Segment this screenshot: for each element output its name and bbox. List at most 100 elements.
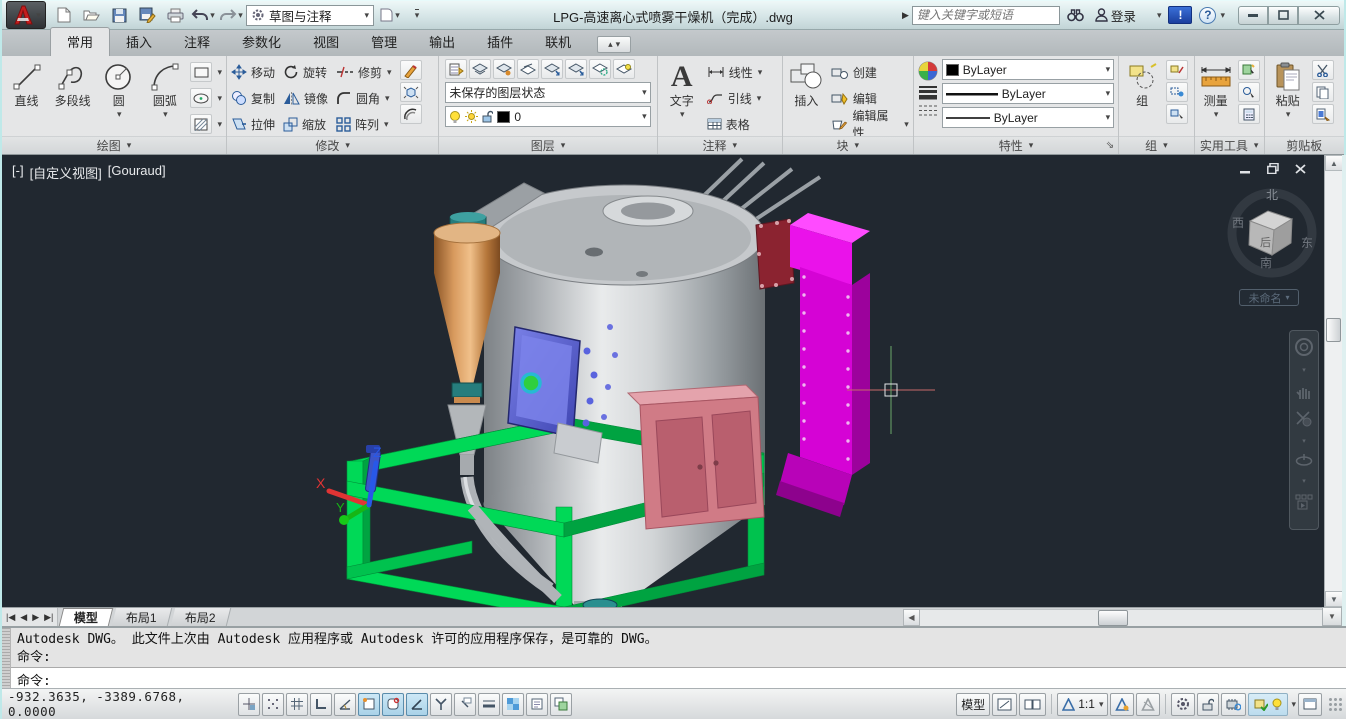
redo-button[interactable]: ▾ bbox=[218, 4, 244, 26]
arc-button[interactable]: 圆弧 ▾ bbox=[144, 59, 185, 119]
horizontal-scroll-thumb[interactable] bbox=[1098, 610, 1128, 626]
isolate-objects-group[interactable] bbox=[1248, 693, 1288, 716]
object-snap-tracking-toggle[interactable] bbox=[406, 693, 428, 716]
tab-plugins[interactable]: 插件 bbox=[471, 28, 529, 56]
redo-dropdown-arrow[interactable]: ▾ bbox=[238, 10, 243, 21]
plot-button[interactable] bbox=[162, 4, 188, 26]
properties-dialog-launcher[interactable]: ⇘ bbox=[1106, 140, 1114, 151]
viewcube[interactable]: 北 西 东 南 后 bbox=[1232, 188, 1313, 273]
viewport-controls-menu[interactable]: [-] bbox=[12, 163, 24, 182]
layer-state-button[interactable] bbox=[469, 59, 491, 79]
panel-label-block[interactable]: 块▾ bbox=[783, 136, 913, 154]
tab-model[interactable]: 模型 bbox=[59, 608, 114, 626]
explode-button[interactable] bbox=[400, 82, 422, 102]
lineweight-combo[interactable]: ByLayer▾ bbox=[942, 83, 1114, 104]
block-create-button[interactable]: 创建 bbox=[831, 60, 909, 84]
line-button[interactable]: 直线 bbox=[6, 59, 47, 109]
tab-home[interactable]: 常用 bbox=[50, 27, 110, 56]
infocenter-expand-arrow[interactable]: ▶ bbox=[902, 10, 909, 21]
tab-layout2[interactable]: 布局2 bbox=[171, 608, 231, 626]
transparency-toggle[interactable] bbox=[502, 693, 524, 716]
lightbulb-icon[interactable] bbox=[1272, 698, 1282, 711]
annotation-scale-button[interactable]: 1:1▾ bbox=[1057, 693, 1108, 716]
tab-layout1[interactable]: 布局1 bbox=[112, 608, 172, 626]
layer-properties-button[interactable] bbox=[445, 59, 467, 79]
model-viewport[interactable]: X Y Z 北 西 东 南 后 bbox=[2, 155, 1324, 607]
showmotion-icon[interactable] bbox=[1295, 494, 1313, 510]
quick-properties-toggle[interactable] bbox=[526, 693, 548, 716]
table-button[interactable]: 表格 bbox=[707, 112, 763, 136]
ellipse-button[interactable] bbox=[190, 88, 212, 108]
panel-label-layers[interactable]: 图层▾ bbox=[439, 136, 656, 154]
save-button[interactable] bbox=[106, 4, 132, 26]
panel-label-draw[interactable]: 绘图▾ bbox=[2, 136, 226, 154]
workspace-switching-button[interactable] bbox=[1171, 693, 1195, 716]
exchange-apps-button[interactable]: ! bbox=[1168, 6, 1192, 24]
layer-isolate-button[interactable] bbox=[493, 59, 515, 79]
command-grip-handle[interactable] bbox=[2, 628, 11, 688]
workspace-combo[interactable]: 草图与注释 ▾ bbox=[246, 5, 374, 26]
horizontal-scrollbar[interactable]: ◀ ▶ bbox=[903, 608, 1342, 626]
scroll-up-arrow[interactable]: ▲ bbox=[1325, 155, 1343, 171]
panel-label-annotation[interactable]: 注释▾ bbox=[658, 136, 782, 154]
layer-unisolate-button[interactable] bbox=[517, 59, 539, 79]
object-snap-toggle[interactable] bbox=[358, 693, 380, 716]
tab-online[interactable]: 联机 bbox=[529, 28, 587, 56]
command-line-window[interactable]: Autodesk DWG。 此文件上次由 Autodesk 应用程序或 Auto… bbox=[2, 626, 1346, 688]
measure-button[interactable]: 测量 ▾ bbox=[1199, 59, 1233, 119]
zoom-icon[interactable] bbox=[1295, 410, 1313, 428]
help-button[interactable]: ? ▾ bbox=[1195, 4, 1229, 26]
restore-button[interactable] bbox=[1268, 6, 1298, 25]
rotate-button[interactable]: 旋转 bbox=[283, 60, 328, 84]
quick-calc-button[interactable] bbox=[1238, 104, 1260, 124]
tab-view[interactable]: 视图 bbox=[297, 28, 355, 56]
layer-prev-button[interactable] bbox=[613, 59, 635, 79]
exhaust-duct[interactable] bbox=[756, 213, 870, 517]
select-similar-button[interactable] bbox=[1238, 82, 1260, 102]
scroll-left-arrow[interactable]: ◀ bbox=[903, 609, 920, 626]
ribbon-minimize-button[interactable]: ▴▾ bbox=[597, 36, 631, 53]
quick-view-layouts-button[interactable] bbox=[1019, 693, 1046, 716]
panel-label-modify[interactable]: 修改▾ bbox=[227, 136, 438, 154]
status-overflow-arrow[interactable]: ▾ bbox=[1291, 699, 1296, 710]
command-input[interactable]: 命令: bbox=[11, 667, 1346, 689]
pan-hand-icon[interactable] bbox=[1295, 383, 1313, 401]
selection-cycling-toggle[interactable] bbox=[550, 693, 572, 716]
model-space-button[interactable]: 模型 bbox=[956, 693, 990, 716]
move-button[interactable]: 移动 bbox=[231, 60, 275, 84]
last-tab-arrow[interactable]: ▶| bbox=[44, 612, 53, 623]
group-button[interactable]: 组 bbox=[1123, 59, 1161, 109]
navigation-bar[interactable]: ▾ ▾ ▾ bbox=[1289, 330, 1319, 530]
polar-tracking-toggle[interactable] bbox=[334, 693, 356, 716]
trim-button[interactable]: 修剪▾ bbox=[336, 60, 392, 84]
panel-label-utilities[interactable]: 实用工具▾ bbox=[1195, 136, 1264, 154]
next-tab-arrow[interactable]: ▶ bbox=[32, 612, 39, 623]
scroll-down-arrow[interactable]: ▼ bbox=[1325, 591, 1343, 607]
vertical-scrollbar[interactable]: ▲ ▼ bbox=[1324, 155, 1342, 607]
viewport-shade-menu[interactable]: [Gouraud] bbox=[108, 163, 166, 182]
snap-mode-toggle[interactable] bbox=[262, 693, 284, 716]
panel-label-properties[interactable]: 特性▾⇘ bbox=[914, 136, 1118, 154]
lineweight-toggle[interactable] bbox=[478, 693, 500, 716]
sheet-dropdown-arrow[interactable]: ▾ bbox=[395, 10, 400, 21]
toolbar-lock-button[interactable] bbox=[1197, 693, 1219, 716]
panel-label-group[interactable]: 组▾ bbox=[1119, 136, 1193, 154]
minimize-button[interactable] bbox=[1238, 6, 1268, 25]
first-tab-arrow[interactable]: |◀ bbox=[6, 612, 15, 623]
viewcube-ucs-dropdown[interactable]: 未命名▾ bbox=[1239, 289, 1299, 306]
search-input[interactable] bbox=[912, 6, 1060, 25]
sheet-set-button[interactable]: ▾ bbox=[376, 4, 402, 26]
circle-button[interactable]: 圆 ▾ bbox=[98, 59, 139, 119]
ungroup-button[interactable] bbox=[1166, 60, 1188, 80]
linear-dimension-button[interactable]: 线性▾ bbox=[707, 60, 763, 84]
grid-display-toggle[interactable] bbox=[286, 693, 308, 716]
undo-dropdown-arrow[interactable]: ▾ bbox=[210, 10, 215, 21]
panel-label-clipboard[interactable]: 剪贴板 bbox=[1265, 136, 1344, 154]
tab-manage[interactable]: 管理 bbox=[355, 28, 413, 56]
text-button[interactable]: A 文字 ▾ bbox=[662, 59, 702, 119]
copy-clip-button[interactable] bbox=[1312, 82, 1334, 102]
scale-button[interactable]: 缩放 bbox=[283, 112, 328, 136]
new-button[interactable] bbox=[50, 4, 76, 26]
save-as-button[interactable] bbox=[134, 4, 160, 26]
search-button[interactable] bbox=[1063, 4, 1088, 26]
